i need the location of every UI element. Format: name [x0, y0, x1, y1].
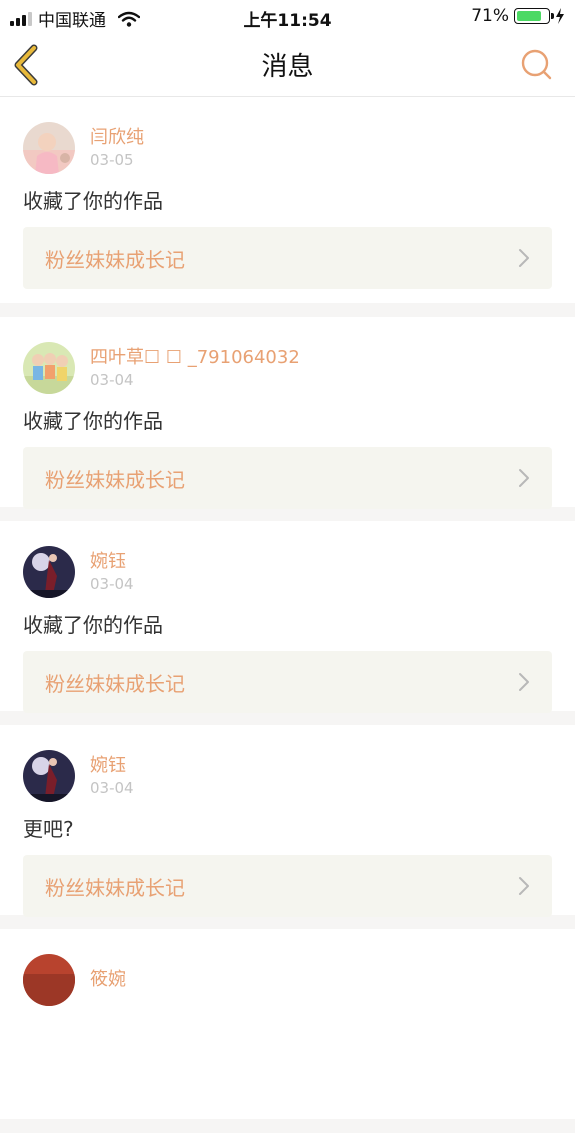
battery-percent: 71% — [471, 6, 509, 26]
work-title: 粉丝妹妹成长记 — [45, 875, 185, 900]
work-title: 粉丝妹妹成长记 — [45, 671, 185, 696]
message-date: 03-04 — [90, 778, 134, 797]
sender-name[interactable]: 婉钰 — [90, 755, 134, 777]
message-list: 闫欣纯 03-05 收藏了你的作品 粉丝妹妹成长记 四叶草☐ ☐ _791064… — [0, 97, 575, 1133]
work-link[interactable]: 粉丝妹妹成长记 — [23, 651, 552, 713]
sender-name[interactable]: 四叶草☐ ☐ _791064032 — [90, 347, 300, 369]
avatar[interactable] — [23, 750, 75, 802]
chevron-right-icon — [519, 469, 529, 487]
message-date: 03-05 — [90, 150, 134, 169]
avatar[interactable] — [23, 342, 75, 394]
message-text: 更吧? — [23, 817, 74, 841]
avatar[interactable] — [23, 122, 75, 174]
message-date: 03-04 — [90, 574, 134, 593]
charging-bolt-icon — [556, 8, 564, 24]
message-item: 筱婉 — [0, 929, 575, 1119]
work-link[interactable]: 粉丝妹妹成长记 — [23, 447, 552, 509]
status-bar: 中国联通 上午11:54 71% — [0, 0, 575, 34]
sender-name[interactable]: 婉钰 — [90, 551, 134, 573]
battery-icon — [514, 8, 554, 24]
work-title: 粉丝妹妹成长记 — [45, 247, 185, 272]
avatar[interactable] — [23, 546, 75, 598]
page-title: 消息 — [261, 52, 314, 82]
status-right: 71% — [471, 6, 565, 26]
chevron-right-icon — [519, 673, 529, 691]
search-button[interactable] — [519, 47, 555, 83]
work-link[interactable]: 粉丝妹妹成长记 — [23, 855, 552, 917]
message-item: 闫欣纯 03-05 收藏了你的作品 粉丝妹妹成长记 — [0, 97, 575, 303]
message-item: 四叶草☐ ☐ _791064032 03-04 收藏了你的作品 粉丝妹妹成长记 — [0, 317, 575, 509]
chevron-right-icon — [519, 877, 529, 895]
message-text: 收藏了你的作品 — [23, 189, 163, 213]
sender-name[interactable]: 筱婉 — [90, 969, 126, 991]
chevron-right-icon — [519, 249, 529, 267]
message-item: 婉钰 03-04 更吧? 粉丝妹妹成长记 — [0, 725, 575, 917]
message-item: 婉钰 03-04 收藏了你的作品 粉丝妹妹成长记 — [0, 521, 575, 713]
search-icon — [521, 49, 552, 80]
message-text: 收藏了你的作品 — [23, 409, 163, 433]
sender-name[interactable]: 闫欣纯 — [90, 127, 144, 149]
work-title: 粉丝妹妹成长记 — [45, 467, 185, 492]
nav-bar: 消息 — [0, 34, 575, 97]
message-date: 03-04 — [90, 370, 134, 389]
avatar[interactable] — [23, 954, 75, 1006]
work-link[interactable]: 粉丝妹妹成长记 — [23, 227, 552, 289]
message-text: 收藏了你的作品 — [23, 613, 163, 637]
